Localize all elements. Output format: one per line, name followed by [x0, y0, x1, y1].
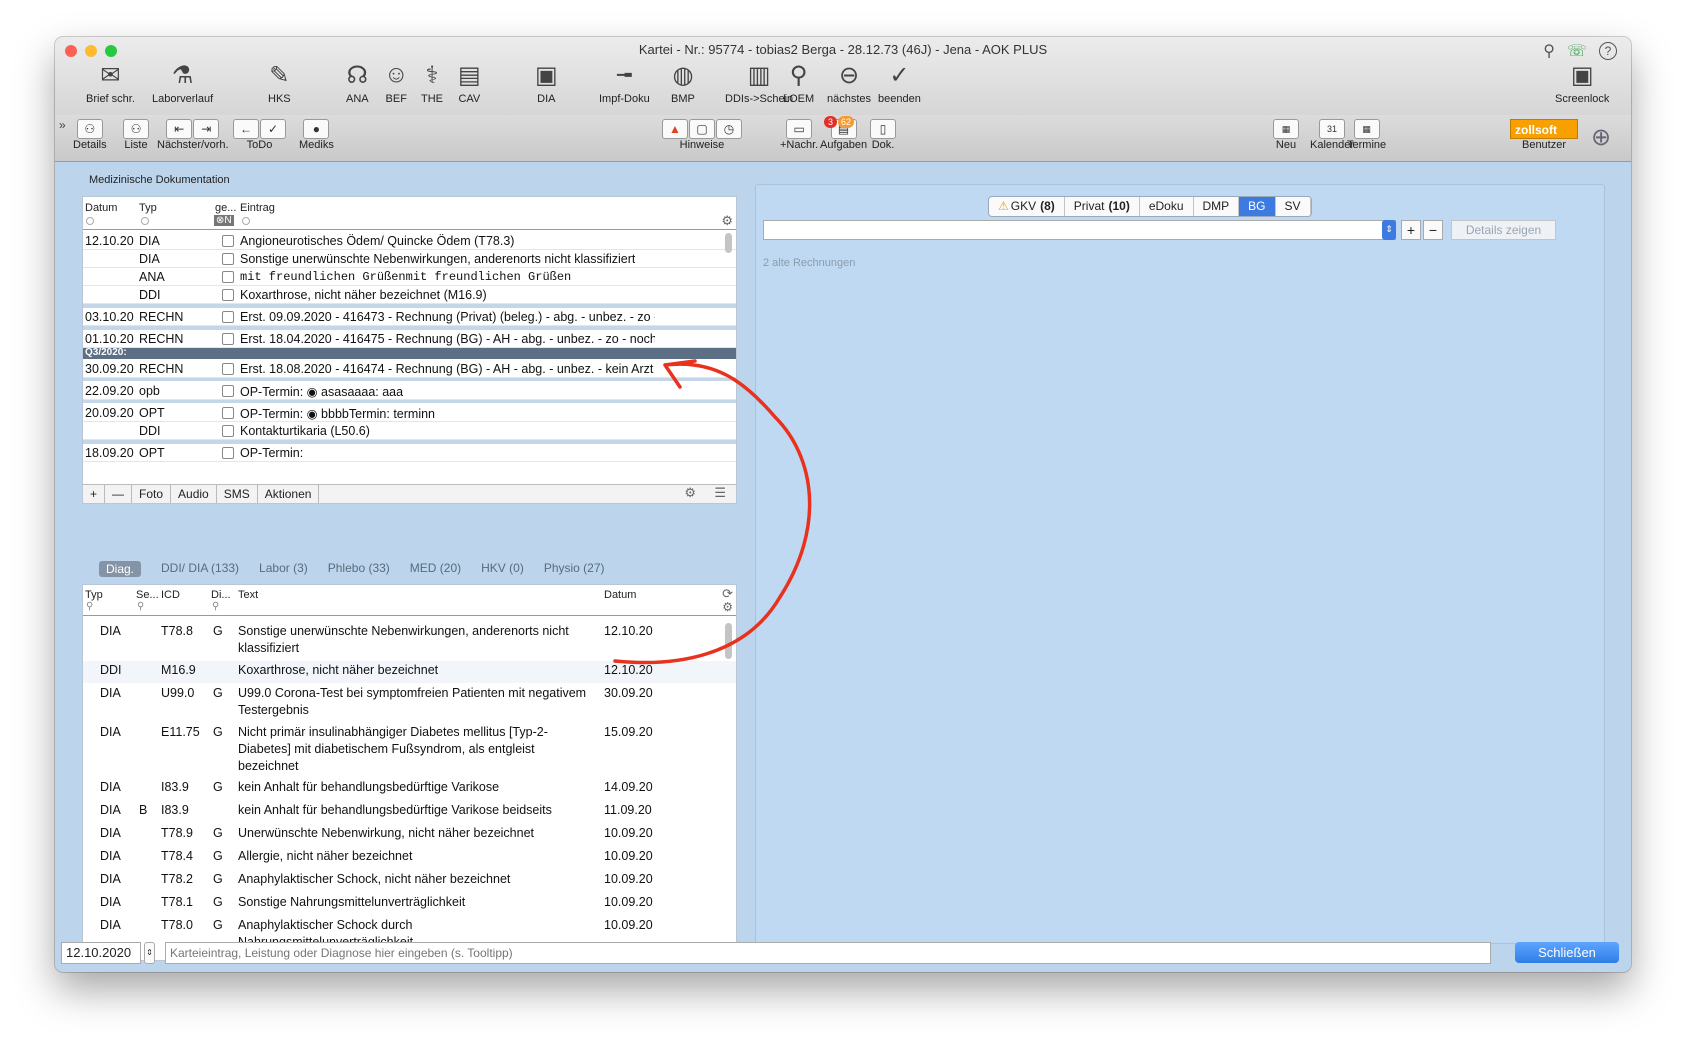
annotation-arrow	[613, 359, 812, 665]
kartei-window: Kartei - Nr.: 95774 - tobias2 Berga - 28…	[55, 37, 1631, 972]
annotation-curve	[613, 359, 812, 665]
